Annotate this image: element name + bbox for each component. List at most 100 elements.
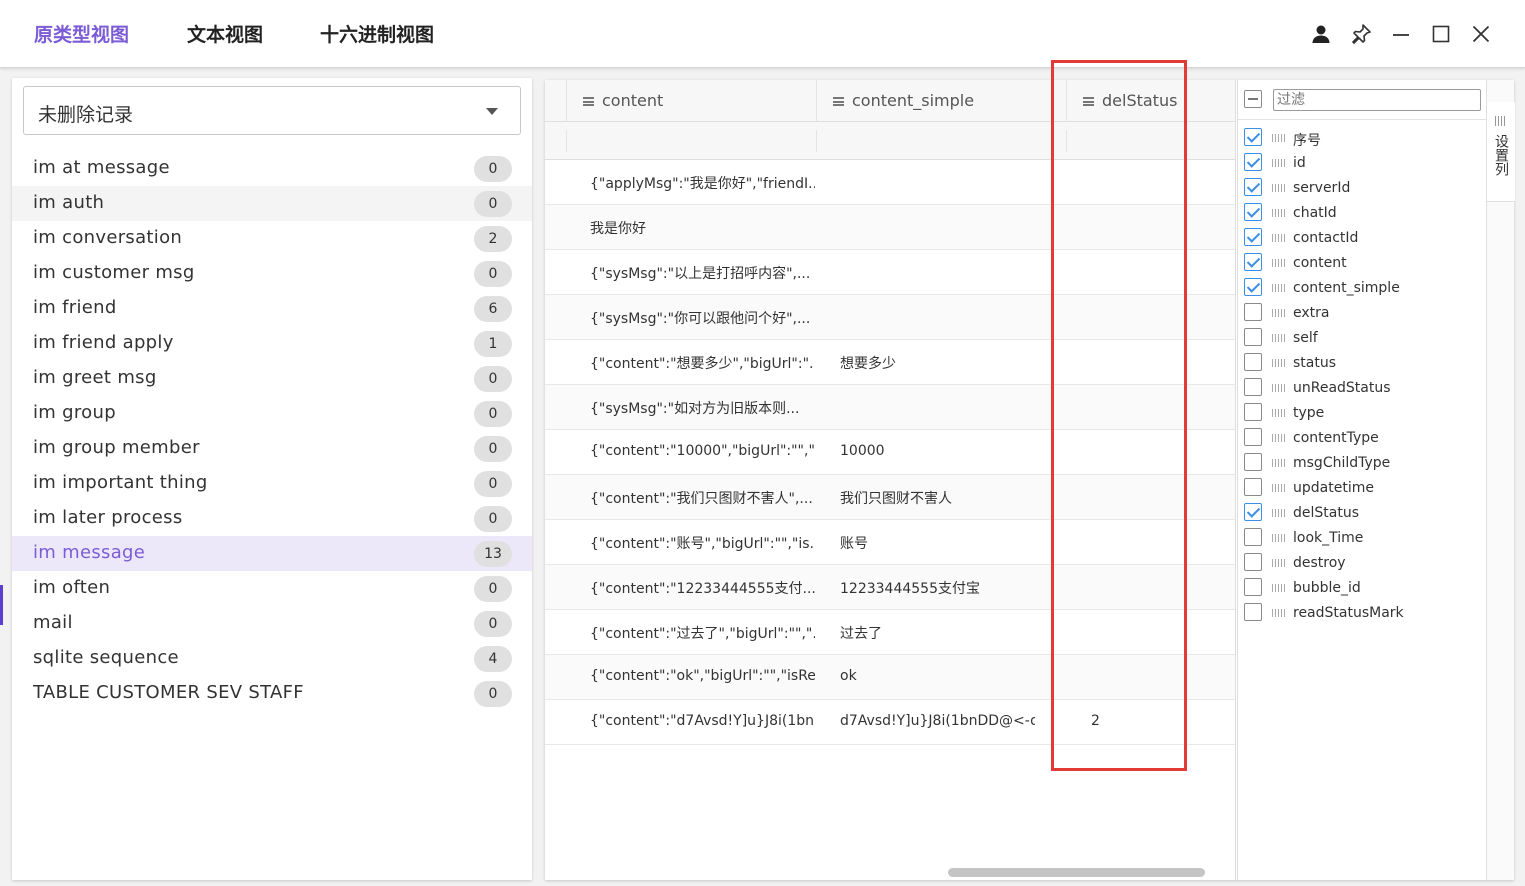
pin-icon[interactable] [1349,22,1373,46]
column-filter-input[interactable] [1273,89,1481,111]
drag-handle-icon[interactable] [1272,409,1285,417]
column-option[interactable]: id [1238,151,1487,176]
record-filter-select[interactable]: 未删除记录 [23,86,521,135]
drag-handle-icon[interactable] [1272,334,1285,342]
column-header-delstatus[interactable]: delStatus [1066,80,1235,122]
table-list-item[interactable]: sqlite sequence 4 [12,641,532,676]
column-visibility-checkbox[interactable] [1244,353,1262,371]
drag-handle-icon[interactable] [1272,384,1285,392]
column-visibility-checkbox[interactable] [1244,453,1262,471]
column-option[interactable]: msgChildType [1238,451,1487,476]
drag-handle-icon[interactable] [1272,559,1285,567]
column-option[interactable]: serverId [1238,176,1487,201]
horizontal-scrollbar[interactable] [948,868,1205,877]
table-row[interactable]: {"content":"d7Avsd!Y]u}J8i(1bn... d7Avsd!… [545,700,1235,745]
table-list-item[interactable]: TABLE CUSTOMER SEV STAFF 0 [12,676,532,711]
drag-handle-icon[interactable] [1272,184,1285,192]
table-row[interactable]: {"content":"过去了","bigUrl":"","... 过去了 [545,610,1235,655]
column-visibility-checkbox[interactable] [1244,528,1262,546]
column-visibility-checkbox[interactable] [1244,128,1262,146]
select-all-checkbox[interactable] [1244,90,1262,108]
table-row[interactable]: {"content":"10000","bigUrl":"","i... 1000… [545,430,1235,475]
column-option[interactable]: destroy [1238,551,1487,576]
column-visibility-checkbox[interactable] [1244,228,1262,246]
column-visibility-checkbox[interactable] [1244,378,1262,396]
table-row[interactable]: {"content":"想要多少","bigUrl":"... 想要多少 [545,340,1235,385]
table-row[interactable]: {"sysMsg":"以上是打招呼内容",... [545,250,1235,295]
maximize-icon[interactable] [1429,22,1453,46]
table-list-item[interactable]: im often 0 [12,571,532,606]
table-list-item[interactable]: im friend 6 [12,291,532,326]
table-list-item[interactable]: im auth 0 [12,186,532,221]
column-option[interactable]: contactId [1238,226,1487,251]
drag-handle-icon[interactable] [1272,309,1285,317]
table-list-item[interactable]: im group 0 [12,396,532,431]
table-list-item[interactable]: im message 13 [12,536,532,571]
table-list-item[interactable]: im at message 0 [12,151,532,186]
filter-cell[interactable] [816,130,817,152]
column-visibility-checkbox[interactable] [1244,478,1262,496]
table-list-item[interactable]: im friend apply 1 [12,326,532,361]
drag-handle-icon[interactable] [1272,359,1285,367]
menu-icon[interactable] [583,97,594,106]
drag-handle-icon[interactable] [1272,584,1285,592]
column-visibility-checkbox[interactable] [1244,278,1262,296]
column-visibility-checkbox[interactable] [1244,403,1262,421]
menu-icon[interactable] [1083,97,1094,106]
table-row[interactable]: {"content":"12233444555支付... 12233444555支… [545,565,1235,610]
column-visibility-checkbox[interactable] [1244,203,1262,221]
column-visibility-checkbox[interactable] [1244,178,1262,196]
drag-handle-icon[interactable] [1272,159,1285,167]
tab-hex-view[interactable]: 十六进制视图 [320,20,434,47]
drag-handle-icon[interactable] [1272,534,1285,542]
column-option[interactable]: type [1238,401,1487,426]
column-option[interactable]: self [1238,326,1487,351]
column-option[interactable]: 序号 [1238,126,1487,151]
drag-handle-icon[interactable] [1272,209,1285,217]
column-visibility-checkbox[interactable] [1244,428,1262,446]
drag-handle-icon[interactable] [1272,284,1285,292]
close-icon[interactable] [1469,22,1493,46]
drag-handle-icon[interactable] [1272,609,1285,617]
drag-handle-icon[interactable] [1272,459,1285,467]
menu-icon[interactable] [833,97,844,106]
drag-handle-icon[interactable] [1272,259,1285,267]
column-option[interactable]: content_simple [1238,276,1487,301]
drag-handle-icon[interactable] [1272,234,1285,242]
column-visibility-checkbox[interactable] [1244,303,1262,321]
drag-handle-icon[interactable] [1272,434,1285,442]
table-row[interactable]: {"content":"ok","bigUrl":"","isRe... ok [545,655,1235,700]
table-list-item[interactable]: im greet msg 0 [12,361,532,396]
table-row[interactable]: {"applyMsg":"我是你好","friendI... [545,160,1235,205]
user-icon[interactable] [1309,22,1333,46]
column-option[interactable]: readStatusMark [1238,601,1487,626]
column-settings-tab[interactable]: 设置列 [1487,102,1515,202]
column-option[interactable]: delStatus [1238,501,1487,526]
column-option[interactable]: chatId [1238,201,1487,226]
filter-cell[interactable] [1066,130,1067,152]
column-option[interactable]: extra [1238,301,1487,326]
column-option[interactable]: bubble_id [1238,576,1487,601]
table-list-item[interactable]: im conversation 2 [12,221,532,256]
column-option[interactable]: status [1238,351,1487,376]
table-list-item[interactable]: im later process 0 [12,501,532,536]
column-visibility-checkbox[interactable] [1244,603,1262,621]
column-visibility-checkbox[interactable] [1244,328,1262,346]
table-row[interactable]: {"content":"账号","bigUrl":"","is... 账号 [545,520,1235,565]
drag-handle-icon[interactable] [1272,509,1285,517]
tab-raw-view[interactable]: 原类型视图 [34,20,129,47]
column-visibility-checkbox[interactable] [1244,153,1262,171]
drag-handle-icon[interactable] [1272,484,1285,492]
table-row[interactable]: {"sysMsg":"你可以跟他问个好",... [545,295,1235,340]
column-visibility-checkbox[interactable] [1244,503,1262,521]
column-option[interactable]: contentType [1238,426,1487,451]
table-list-item[interactable]: mail 0 [12,606,532,641]
table-row[interactable]: {"sysMsg":"如对方为旧版本则... [545,385,1235,430]
column-option[interactable]: look_Time [1238,526,1487,551]
column-option[interactable]: unReadStatus [1238,376,1487,401]
table-list-item[interactable]: im customer msg 0 [12,256,532,291]
table-list-item[interactable]: im important thing 0 [12,466,532,501]
column-header-content-simple[interactable]: content_simple [816,80,1066,122]
table-row[interactable]: 我是你好 [545,205,1235,250]
column-option[interactable]: updatetime [1238,476,1487,501]
